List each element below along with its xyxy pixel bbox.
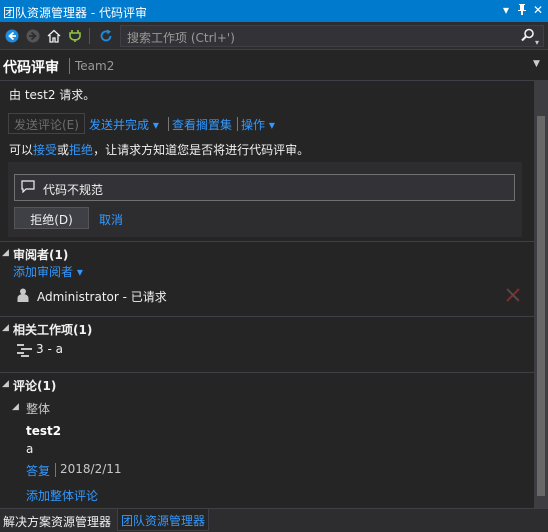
- link-separator: [168, 117, 169, 131]
- view-shelveset-link[interactable]: 查看搁置集: [172, 116, 232, 133]
- cancel-link[interactable]: 取消: [99, 211, 123, 228]
- search-work-items-box[interactable]: 搜索工作项 (Ctrl+'): [120, 25, 544, 47]
- accept-suffix-text: ，让请求方知道您是否将进行代码评审。: [93, 143, 310, 157]
- section-divider: [0, 372, 534, 373]
- reviewers-collapse-icon[interactable]: ◢: [2, 248, 9, 258]
- send-and-complete-link[interactable]: 发送并完成 ▾: [89, 116, 159, 133]
- send-comments-button[interactable]: 发送评论(E): [8, 113, 85, 134]
- bottom-tab-bar: 解决方案资源管理器 团队资源管理器: [0, 508, 548, 532]
- search-options-chevron-icon[interactable]: ▾: [535, 38, 539, 47]
- window-title: 团队资源管理器 - 代码评审: [3, 6, 147, 20]
- comment-body: a: [26, 442, 34, 456]
- accept-prefix-text: 可以: [9, 143, 34, 157]
- request-status-text: 由 test2 请求。: [9, 88, 96, 102]
- comment-icon: [21, 180, 35, 193]
- header-divider: [0, 80, 534, 81]
- remove-reviewer-icon[interactable]: [505, 287, 521, 303]
- overall-group-collapse-icon[interactable]: ◢: [12, 402, 19, 412]
- work-item-link[interactable]: 3 - a: [36, 342, 63, 356]
- actions-link[interactable]: 操作 ▾: [241, 116, 275, 133]
- overall-group-label[interactable]: 整体: [26, 400, 50, 417]
- person-icon: [17, 288, 29, 302]
- comments-section-title[interactable]: 评论(1): [13, 377, 56, 394]
- reviewers-section-title[interactable]: 审阅者(1): [13, 246, 68, 263]
- search-icon[interactable]: [521, 28, 535, 46]
- team-name: Team2: [75, 59, 115, 73]
- window-title-bar: 团队资源管理器 - 代码评审 ▾ ✕: [0, 0, 548, 22]
- search-input[interactable]: 搜索工作项 (Ctrl+'): [127, 29, 235, 46]
- decline-button[interactable]: 拒绝(D): [14, 207, 89, 229]
- back-arrow-icon[interactable]: [5, 29, 19, 43]
- comment-author: test2: [26, 424, 62, 438]
- work-item-icon: [17, 344, 32, 357]
- accept-decline-line: 可以接受或拒绝，让请求方知道您是否将进行代码评审。: [9, 141, 309, 158]
- window-dropdown-button[interactable]: ▾: [499, 3, 513, 17]
- tab-solution-explorer[interactable]: 解决方案资源管理器: [0, 512, 114, 531]
- reviewer-name: Administrator - 已请求: [37, 290, 167, 304]
- header-separator: [69, 58, 70, 74]
- pin-icon: [518, 4, 526, 15]
- page-title: 代码评审: [3, 60, 59, 76]
- or-text: 或: [57, 143, 70, 157]
- section-divider: [0, 316, 534, 317]
- tab-team-explorer[interactable]: 团队资源管理器: [117, 509, 210, 531]
- add-reviewer-link[interactable]: 添加审阅者 ▾: [13, 263, 83, 280]
- comment-date: 2018/2/11: [60, 462, 122, 476]
- refresh-icon[interactable]: [99, 29, 113, 43]
- related-work-items-title[interactable]: 相关工作项(1): [13, 321, 92, 338]
- work-items-collapse-icon[interactable]: ◢: [2, 323, 9, 333]
- decline-reason-field[interactable]: 代码不规范: [14, 174, 515, 201]
- close-button[interactable]: ✕: [531, 3, 545, 17]
- scrollbar-thumb[interactable]: [537, 116, 545, 496]
- page-menu-chevron-icon[interactable]: ▼: [533, 59, 540, 69]
- decline-link[interactable]: 拒绝: [69, 143, 93, 157]
- add-overall-comment-link[interactable]: 添加整体评论: [26, 487, 98, 504]
- link-separator: [55, 463, 56, 477]
- home-icon[interactable]: [47, 29, 61, 43]
- forward-arrow-icon[interactable]: [26, 29, 40, 43]
- connect-plug-icon[interactable]: [68, 29, 82, 43]
- comments-collapse-icon[interactable]: ◢: [2, 379, 9, 389]
- pin-button[interactable]: [515, 3, 529, 18]
- accept-link[interactable]: 接受: [33, 143, 57, 157]
- toolbar: 搜索工作项 (Ctrl+') ▾: [0, 22, 548, 50]
- decline-reason-value[interactable]: 代码不规范: [43, 181, 103, 198]
- link-separator: [237, 117, 238, 131]
- toolbar-separator: [89, 28, 90, 44]
- reply-link[interactable]: 答复: [26, 462, 50, 479]
- section-divider: [0, 241, 534, 242]
